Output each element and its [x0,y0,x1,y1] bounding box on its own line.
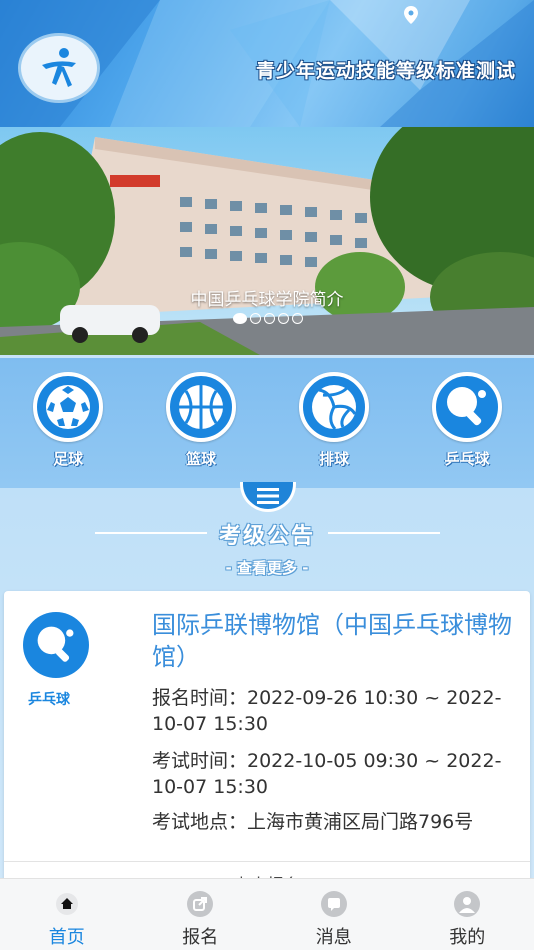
banner-caption[interactable]: 中国乒乓球学院简介 [0,285,534,310]
category-label: 篮球 [185,450,216,468]
app-header: 青少年运动技能等级标准测试 [0,0,534,127]
soccer-ball-icon [33,372,103,442]
category-label: 排球 [318,450,349,468]
message-icon [320,891,347,917]
category-table-tennis[interactable]: 乒乓球 [427,372,507,469]
section-title: 考级公告 [218,524,315,549]
promo-banner[interactable]: 中国乒乓球学院简介 [0,127,534,355]
carousel-dot[interactable] [233,313,247,324]
home-icon [54,891,80,917]
category-volleyball[interactable]: 排球 [294,372,374,469]
nav-label: 消息 [315,927,352,948]
view-more-link[interactable]: - 查看更多 - [0,557,534,578]
share-icon [187,891,214,917]
profile-icon [454,891,481,917]
carousel-indicator[interactable] [233,313,303,324]
category-basketball[interactable]: 篮球 [161,372,241,469]
register-time: 报名时间：2022-09-26 10:30 ~ 2022-10-07 15:30 [152,687,502,735]
app-title: 青少年运动技能等级标准测试 [255,60,516,82]
nav-item-home[interactable]: 首页 [0,879,134,950]
basketball-icon [166,372,236,442]
carousel-dot[interactable] [250,313,261,324]
nav-item-profile[interactable]: 我的 [401,879,534,950]
nav-item-register[interactable]: 报名 [134,879,268,950]
card-sport-label: 乒乓球 [28,692,70,708]
nav-label: 我的 [449,927,486,948]
category-soccer[interactable]: 足球 [28,372,108,469]
exam-notice-section: 考级公告 - 查看更多 - 乒乓球 国际乒联博物馆（中国乒乓球博物馆） 报名时间… [0,482,534,896]
nav-item-messages[interactable]: 消息 [267,879,401,950]
menu-icon[interactable] [240,482,296,512]
sport-categories: 足球 篮球 排球 乒乓球 [0,358,534,488]
volleyball-icon [299,372,369,442]
table-tennis-icon [432,372,502,442]
exam-notice-card[interactable]: 乒乓球 国际乒联博物馆（中国乒乓球博物馆） 报名时间：2022-09-26 10… [4,591,530,896]
carousel-dot[interactable] [278,313,289,324]
category-label: 足球 [52,450,83,468]
nav-label: 报名 [182,927,219,948]
exam-location: 考试地点：上海市黄浦区局门路796号 [152,811,474,833]
exam-time: 考试时间：2022-10-05 09:30 ~ 2022-10-07 15:30 [152,750,502,798]
category-label: 乒乓球 [444,450,490,468]
card-title[interactable]: 国际乒联博物馆（中国乒乓球博物馆） [152,609,518,673]
runner-logo-icon [42,48,76,87]
location-icon [404,6,418,24]
table-tennis-icon [23,612,89,678]
nav-label: 首页 [48,927,85,948]
app-logo [18,33,100,103]
carousel-dot[interactable] [292,313,303,324]
carousel-dot[interactable] [264,313,275,324]
card-divider [4,861,530,862]
bottom-nav: 首页 报名 消息 我的 [0,878,534,950]
